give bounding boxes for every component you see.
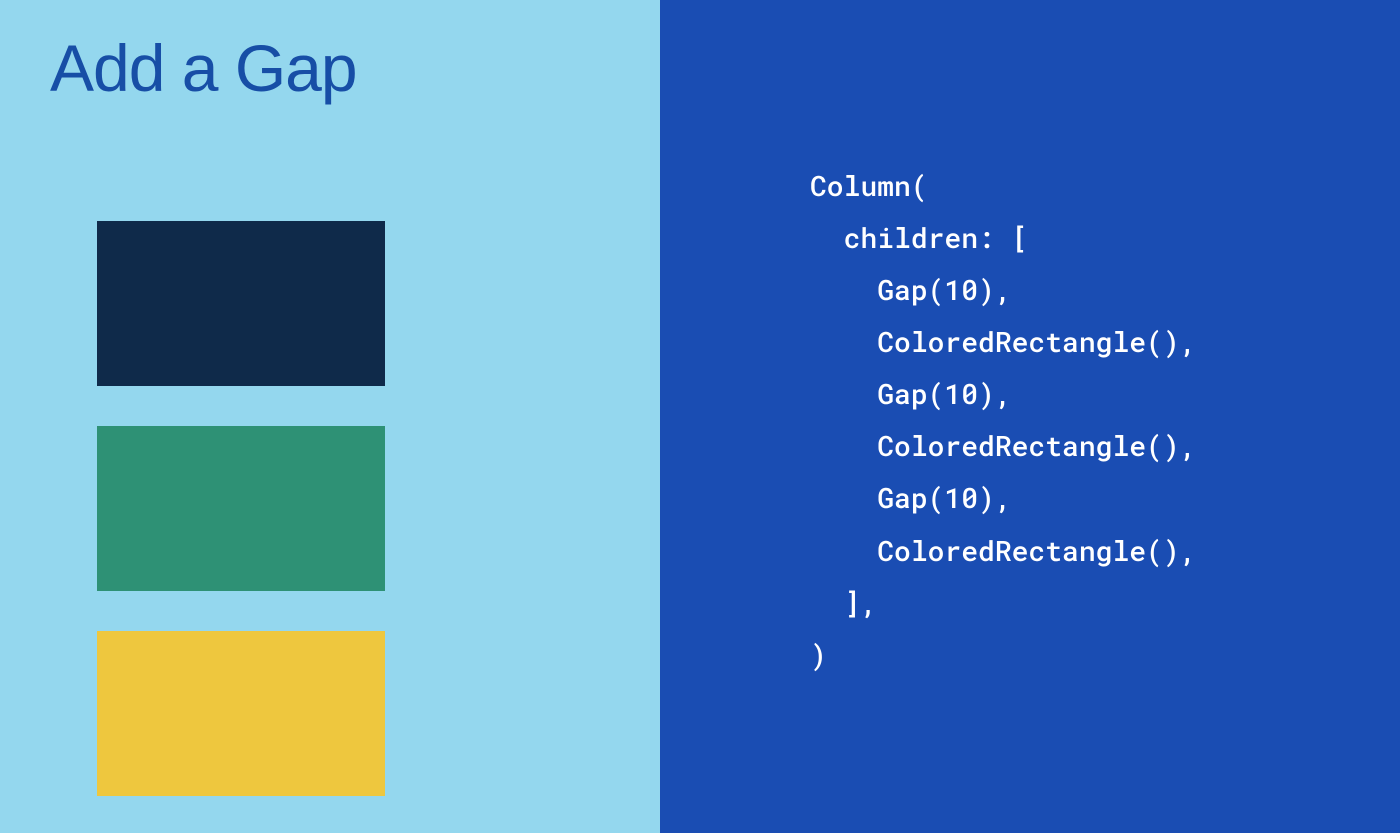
code-line: Gap(10), [810,375,1012,412]
code-line: children: [ [810,219,1028,256]
code-line: ) [810,636,827,673]
code-panel: Column( children: [ Gap(10), ColoredRect… [660,0,1400,833]
rectangle-column [50,221,660,796]
code-line: Column( [810,167,928,204]
code-line: ColoredRectangle(), [810,532,1196,569]
code-line: Gap(10), [810,479,1012,516]
slide-title: Add a Gap [50,30,660,106]
colored-rectangle-1 [97,221,385,386]
code-block: Column( children: [ Gap(10), ColoredRect… [810,160,1400,681]
code-line: ColoredRectangle(), [810,323,1196,360]
visual-panel: Add a Gap [0,0,660,833]
code-line: Gap(10), [810,271,1012,308]
colored-rectangle-3 [97,631,385,796]
code-line: ColoredRectangle(), [810,427,1196,464]
code-line: ], [810,584,877,621]
colored-rectangle-2 [97,426,385,591]
